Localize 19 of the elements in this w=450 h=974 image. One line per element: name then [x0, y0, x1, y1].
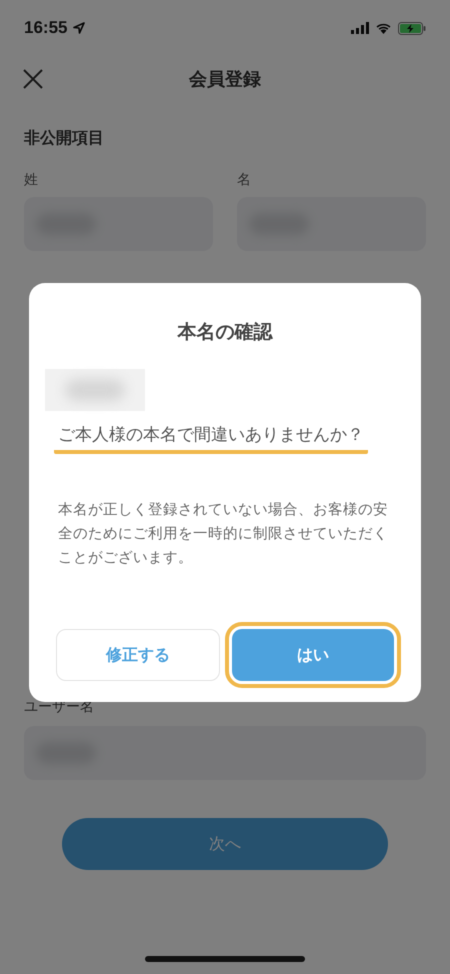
status-time: 16:55 [24, 18, 68, 38]
username-field[interactable] [24, 726, 426, 780]
close-icon[interactable] [22, 68, 44, 90]
signal-icon [351, 22, 369, 34]
battery-charging-icon [398, 22, 426, 34]
field-label: 姓 [24, 171, 39, 189]
name-field[interactable] [237, 197, 426, 251]
section-title: 非公開項目 [24, 128, 105, 149]
dialog-title: 本名の確認 [178, 320, 272, 345]
confirm-question: ご本人様の本名で間違いありませんか？ [54, 423, 368, 454]
next-button[interactable]: 次へ [62, 818, 388, 870]
screen-title: 会員登録 [189, 68, 261, 91]
confirm-button[interactable]: はい [232, 629, 394, 681]
dialog-message: 本名が正しく登録されていない場合、お客様の安全のためにご利用を一時的に制限させていただくことがございます。 [58, 500, 389, 568]
field-label: 名 [237, 171, 252, 189]
edit-button[interactable]: 修正する [56, 629, 220, 681]
location-arrow-icon [73, 22, 86, 34]
name-field[interactable] [24, 197, 213, 251]
wifi-icon [375, 22, 392, 34]
